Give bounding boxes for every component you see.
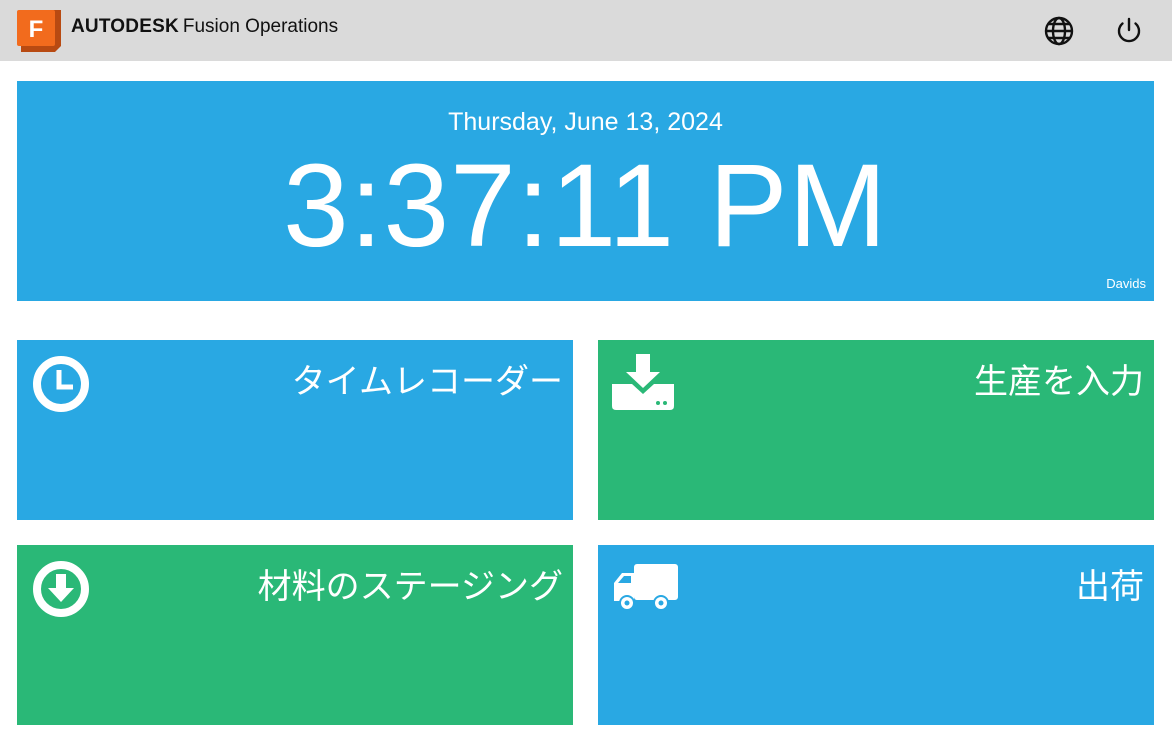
current-time: 3:37:11 PM — [283, 140, 888, 272]
clock-panel: Thursday, June 13, 2024 3:37:11 PM David… — [17, 81, 1154, 301]
tile-label: タイムレコーダー — [291, 362, 563, 402]
svg-text:F: F — [29, 16, 44, 43]
user-name: Davids — [1106, 276, 1146, 291]
power-icon — [1117, 17, 1141, 43]
tile-label: 生産を入力 — [974, 362, 1144, 402]
tile-label: 出荷 — [1076, 567, 1144, 607]
top-bar: F AUTODESK Fusion Operations — [0, 0, 1172, 61]
download-tray-icon — [612, 354, 676, 415]
tile-material-staging[interactable]: 材料のステージング — [17, 545, 573, 725]
tile-shipping[interactable]: 出荷 — [598, 545, 1154, 725]
tile-time-recorder[interactable]: タイムレコーダー — [17, 340, 573, 520]
truck-icon — [612, 559, 678, 620]
power-button[interactable] — [1112, 14, 1146, 48]
arrow-down-circle-icon — [31, 559, 91, 624]
app-title: AUTODESK Fusion Operations — [71, 16, 338, 38]
tile-label: 材料のステージング — [257, 567, 563, 607]
product-name: Fusion Operations — [182, 16, 339, 37]
company-name: AUTODESK — [71, 16, 179, 37]
fusion-logo-icon: F — [17, 10, 61, 52]
current-date: Thursday, June 13, 2024 — [448, 108, 723, 136]
language-button[interactable] — [1042, 14, 1076, 48]
clock-icon — [31, 354, 91, 419]
tile-enter-production[interactable]: 生産を入力 — [598, 340, 1154, 520]
globe-icon — [1044, 16, 1074, 46]
